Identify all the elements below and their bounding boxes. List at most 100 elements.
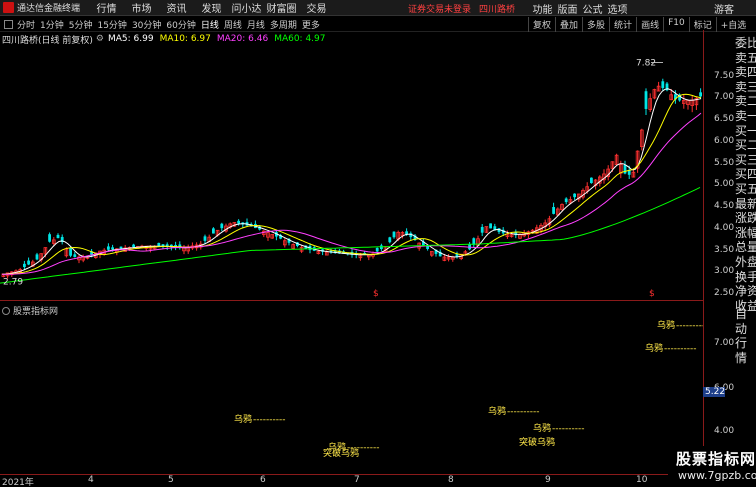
candle-body bbox=[119, 246, 123, 249]
candle-body bbox=[203, 236, 207, 241]
period-5min[interactable]: 5分钟 bbox=[69, 18, 93, 31]
quote-field-nav: 净资 bbox=[735, 284, 756, 299]
app-title: 通达信金融终端 bbox=[17, 4, 81, 14]
menu-ask[interactable]: 问小达 bbox=[229, 0, 264, 15]
trade-login-notice[interactable]: 证券交易未登录 四川路桥 bbox=[408, 2, 515, 15]
quote-field-pct: 涨幅 bbox=[735, 225, 756, 240]
period-multi[interactable]: 多周期 bbox=[270, 18, 297, 31]
candle-body bbox=[375, 247, 379, 252]
period-daily[interactable]: 日线 bbox=[201, 18, 219, 31]
menu-options[interactable]: 选项 bbox=[605, 1, 630, 16]
user-button[interactable]: 游客 bbox=[714, 1, 734, 16]
event-marker[interactable]: $ bbox=[373, 289, 379, 299]
menu-function[interactable]: 功能 bbox=[530, 1, 555, 16]
indicator-chart[interactable]: 乌鸦----------乌鸦----------乌鸦----------乌鸦--… bbox=[0, 316, 703, 474]
quote-field-sell4: 卖四 bbox=[735, 65, 756, 80]
quote-mode-button[interactable]: 行情 bbox=[735, 336, 756, 365]
quote-field-outer: 外盘 bbox=[735, 254, 756, 269]
time-tick: 10 bbox=[636, 475, 648, 485]
period-more[interactable]: 更多 bbox=[302, 18, 320, 31]
crow-signal-label: 乌鸦 bbox=[488, 405, 506, 417]
app-logo-icon bbox=[3, 2, 14, 13]
quote-field-last: 最新 bbox=[735, 196, 756, 211]
period-selector: 分时 1分钟 5分钟 15分钟 30分钟 60分钟 日线 周线 月线 多周期 更… bbox=[4, 18, 325, 31]
menu-wealth[interactable]: 财富圈 bbox=[264, 0, 299, 15]
candle-body bbox=[132, 244, 135, 247]
period-1min[interactable]: 1分钟 bbox=[40, 18, 64, 31]
candle-body bbox=[107, 246, 110, 250]
indicator-tick: 4.00 bbox=[714, 426, 735, 436]
adjust-button[interactable]: 复权 bbox=[528, 17, 555, 32]
ma60-line bbox=[0, 186, 701, 284]
price-tick: 5.00 bbox=[714, 179, 735, 190]
candle-body bbox=[590, 177, 593, 184]
chart-right-border bbox=[703, 30, 704, 470]
auto-button[interactable]: 自动 bbox=[735, 307, 756, 336]
crow-signal-label: 乌鸦 bbox=[234, 413, 252, 425]
candle-body bbox=[623, 164, 627, 174]
crow-signal-label: 乌鸦 bbox=[645, 342, 663, 354]
watermark-url: www.7gpzb.com bbox=[678, 469, 756, 482]
candle-body bbox=[661, 81, 665, 88]
price-tick: 4.00 bbox=[714, 222, 735, 233]
period-weekly[interactable]: 周线 bbox=[224, 18, 242, 31]
candle-body bbox=[480, 226, 484, 233]
ma5-line bbox=[1, 88, 702, 275]
event-marker[interactable]: $ bbox=[649, 289, 655, 299]
time-tick: 7 bbox=[354, 475, 360, 485]
quote-field-buy2: 买二 bbox=[735, 138, 756, 153]
crow-signal-label: 乌鸦 bbox=[533, 422, 551, 434]
price-tick: 3.50 bbox=[714, 244, 735, 255]
title-bar: 通达信金融终端 行情 市场 资讯 发现 问小达 财富圈 交易 证券交易未登录 四川… bbox=[0, 0, 756, 16]
menu-market[interactable]: 市场 bbox=[124, 0, 159, 15]
chart-tools: 复权 叠加 多股 统计 画线 F10 标记 +自选 bbox=[528, 17, 750, 32]
candle-body bbox=[35, 254, 39, 260]
time-tick: 6 bbox=[260, 475, 266, 485]
overlay-button[interactable]: 叠加 bbox=[555, 17, 582, 32]
add-watchlist-button[interactable]: +自选 bbox=[715, 17, 751, 32]
price-tick: 3.00 bbox=[714, 266, 735, 277]
period-60min[interactable]: 60分钟 bbox=[166, 18, 195, 31]
menu-news[interactable]: 资讯 bbox=[159, 0, 194, 15]
ma20-value: MA20: 6.46 bbox=[216, 34, 269, 44]
candle-body bbox=[111, 247, 114, 250]
quote-panel-lower: 自动 行情 bbox=[735, 307, 756, 365]
watermark-title: 股票指标网 bbox=[676, 450, 756, 468]
f10-button[interactable]: F10 bbox=[663, 17, 689, 32]
quote-field-buy5: 买五 bbox=[735, 181, 756, 196]
menu-layout[interactable]: 版面 bbox=[555, 1, 580, 16]
stats-button[interactable]: 统计 bbox=[609, 17, 636, 32]
quote-field-sell2: 卖二 bbox=[735, 94, 756, 109]
ma5-value: MA5: 6.99 bbox=[107, 34, 154, 44]
menu-formula[interactable]: 公式 bbox=[580, 1, 605, 16]
high-price-label: 7.82 bbox=[636, 59, 656, 69]
period-30min[interactable]: 30分钟 bbox=[132, 18, 161, 31]
period-intraday[interactable]: 分时 bbox=[17, 18, 35, 31]
menu-discover[interactable]: 发现 bbox=[194, 0, 229, 15]
candlestick-chart[interactable]: 7.82 2.79 $ $ bbox=[0, 44, 703, 300]
candle-body bbox=[56, 234, 60, 239]
multi-stock-button[interactable]: 多股 bbox=[582, 17, 609, 32]
candle-body bbox=[573, 193, 576, 198]
quote-field-turnover: 换手 bbox=[735, 269, 756, 284]
candle-body bbox=[23, 263, 26, 268]
close-panel-icon[interactable] bbox=[2, 306, 10, 315]
period-15min[interactable]: 15分钟 bbox=[97, 18, 126, 31]
quote-field-buy1: 买一 bbox=[735, 123, 756, 138]
window-toggle-icon[interactable] bbox=[4, 20, 13, 29]
signal-dash-line: ---------- bbox=[253, 415, 285, 425]
draw-button[interactable]: 画线 bbox=[636, 17, 663, 32]
crow-signal-label: 突破乌鸦 bbox=[519, 436, 555, 448]
settings-gear-icon[interactable]: ⚙ bbox=[96, 34, 104, 44]
period-monthly[interactable]: 月线 bbox=[247, 18, 265, 31]
menu-quotes[interactable]: 行情 bbox=[89, 0, 124, 15]
login-status[interactable]: 证券交易未登录 bbox=[408, 5, 471, 15]
panel-separator[interactable] bbox=[0, 300, 703, 301]
signal-dash-line: ---------- bbox=[552, 424, 584, 434]
chart-toolbar: 分时 1分钟 5分钟 15分钟 30分钟 60分钟 日线 周线 月线 多周期 更… bbox=[0, 17, 756, 32]
candle-body bbox=[699, 92, 702, 97]
ma60-value: MA60: 4.97 bbox=[274, 34, 326, 44]
quote-field-sell3: 卖三 bbox=[735, 79, 756, 94]
candle-body bbox=[212, 228, 215, 234]
menu-trade[interactable]: 交易 bbox=[299, 0, 334, 15]
